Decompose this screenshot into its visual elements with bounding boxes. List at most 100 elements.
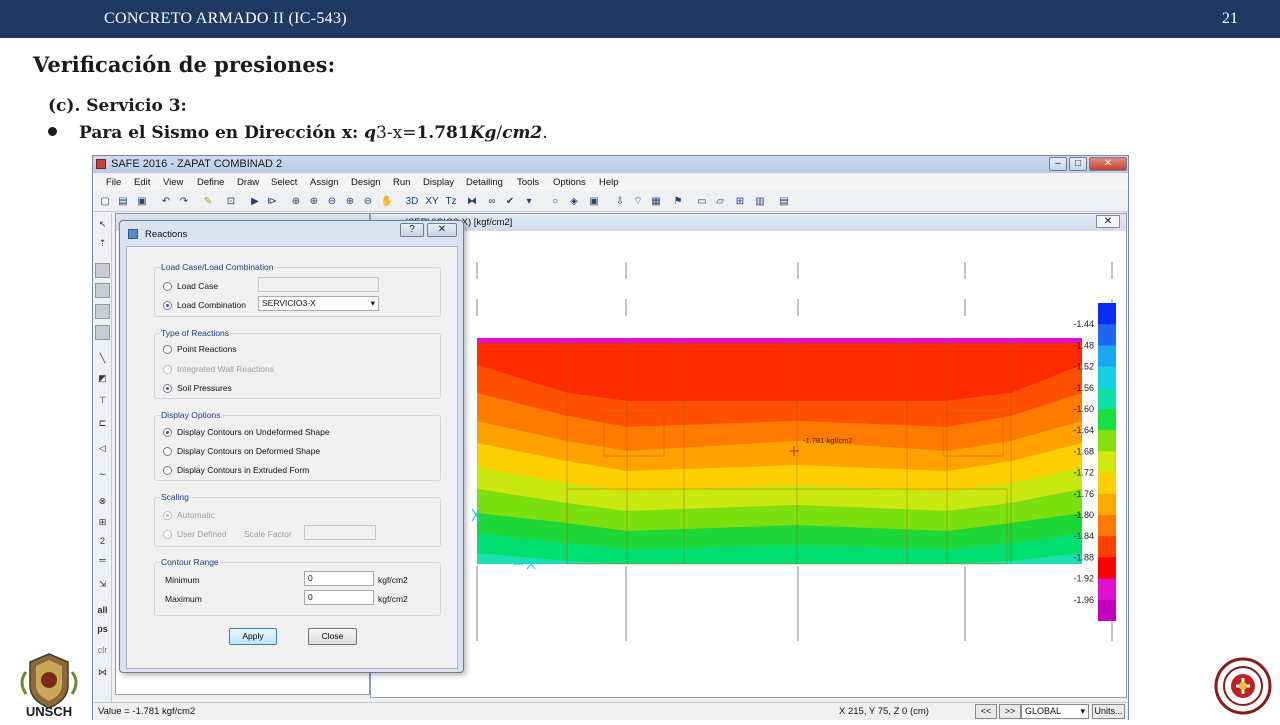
snap-line-icon[interactable]: ═ <box>95 553 110 568</box>
undo-icon[interactable]: ↶ <box>159 195 173 209</box>
run-analysis-icon[interactable]: ⧐ <box>265 195 279 209</box>
draw-beam-icon[interactable]: ◩ <box>95 371 110 386</box>
lock-icon[interactable]: ⊡ <box>224 195 238 209</box>
select-window-icon[interactable]: ⇲ <box>95 577 110 592</box>
next-button[interactable]: >> <box>999 704 1021 719</box>
dialog-help-button[interactable]: ? <box>400 223 424 237</box>
minimize-button[interactable]: – <box>1049 157 1067 171</box>
contour-plot[interactable]: -1.781 kgf/cm2 <box>371 231 1128 698</box>
zoom-window-icon[interactable]: ⊕ <box>289 195 303 209</box>
reactions-icon[interactable]: ▦ <box>649 195 663 209</box>
maximum-input[interactable]: 0 <box>304 590 374 605</box>
strip-icon[interactable]: ▭ <box>695 195 709 209</box>
undeformed-shape-radio[interactable] <box>163 428 172 437</box>
menu-tools[interactable]: Tools <box>517 177 539 188</box>
open-folder-icon[interactable]: ▤ <box>116 195 130 209</box>
previous-button[interactable]: << <box>975 704 997 719</box>
slab-icon[interactable]: ▱ <box>713 195 727 209</box>
zoom-out-step-icon[interactable]: ⊖ <box>361 195 375 209</box>
menu-display[interactable]: Display <box>423 177 454 188</box>
snap-number-icon[interactable]: 2 <box>95 534 110 549</box>
extruded-form-radio[interactable] <box>163 466 172 475</box>
display-icon[interactable]: ▣ <box>587 195 601 209</box>
menu-run[interactable]: Run <box>393 177 410 188</box>
apply-button[interactable]: Apply <box>229 628 277 645</box>
clear-selection-button[interactable]: clr <box>95 643 110 658</box>
chevron-down-icon: ▾ <box>370 298 375 308</box>
view-3d-button[interactable]: 3D <box>405 195 419 209</box>
soil-pressures-radio[interactable] <box>163 384 172 393</box>
intersect-icon[interactable]: ⋈ <box>95 665 110 680</box>
close-button[interactable]: Close <box>308 628 357 645</box>
pan-icon[interactable]: ✋ <box>380 195 394 209</box>
forces-icon[interactable]: ⚑ <box>671 195 685 209</box>
dropdown-arrow-icon[interactable]: ▾ <box>522 195 536 209</box>
menu-options[interactable]: Options <box>553 177 586 188</box>
point-reactions-radio[interactable] <box>163 345 172 354</box>
load-combination-select[interactable]: SERVICIO3-X ▾ <box>258 296 379 311</box>
pencil-icon[interactable]: ✎ <box>201 195 215 209</box>
menu-detailing[interactable]: Detailing <box>466 177 503 188</box>
table-icon[interactable]: ▥ <box>753 195 767 209</box>
check-icon[interactable]: ✔ <box>503 195 517 209</box>
previous-selection-button[interactable]: ps <box>95 622 110 637</box>
load-case-select[interactable] <box>258 277 379 292</box>
load-case-radio[interactable] <box>163 282 172 291</box>
zoom-in-icon[interactable]: ⊕ <box>307 195 321 209</box>
menu-help[interactable]: Help <box>599 177 619 188</box>
deformed-shape-radio[interactable] <box>163 447 172 456</box>
menu-design[interactable]: Design <box>351 177 381 188</box>
reshape-icon[interactable]: ⇡ <box>95 236 110 251</box>
wall-reactions-radio <box>163 365 172 374</box>
close-window-button[interactable]: ✕ <box>1089 157 1127 171</box>
beam-icon[interactable]: ⊞ <box>733 195 747 209</box>
draw-dimension-icon[interactable]: ⊞ <box>95 515 110 530</box>
draw-rect-icon[interactable] <box>95 283 110 298</box>
dialog-close-x-button[interactable]: ✕ <box>427 223 457 237</box>
load-arrow-icon[interactable]: ⇩ <box>613 195 627 209</box>
circle-icon[interactable]: ○ <box>548 195 562 209</box>
legend-label: -1.56 <box>1073 383 1094 393</box>
new-file-icon[interactable]: ▢ <box>98 195 112 209</box>
paint-icon[interactable]: ◈ <box>567 195 581 209</box>
legend-labels: -1.44 -1.48 -1.52 -1.56 -1.60 -1.64 -1.68 -1.72… <box>1073 319 1094 605</box>
draw-point-icon[interactable]: ⊗ <box>95 494 110 509</box>
menu-edit[interactable]: Edit <box>134 177 150 188</box>
view-xy-button[interactable]: XY <box>425 195 439 209</box>
coordinate-system-select[interactable]: GLOBAL ▾ <box>1021 704 1089 719</box>
draw-slab-icon[interactable] <box>95 304 110 319</box>
binoculars-icon[interactable]: ∞ <box>485 195 499 209</box>
report-icon[interactable]: ▤ <box>777 195 791 209</box>
zoom-in-step-icon[interactable]: ⊕ <box>343 195 357 209</box>
minimum-input[interactable]: 0 <box>304 571 374 586</box>
menu-select[interactable]: Select <box>271 177 297 188</box>
course-title: CONCRETO ARMADO II (IC-543) <box>104 10 347 27</box>
reactions-plot-window[interactable]: ram - (SERVICIO3-X) [kgf/cm2] ✕ <box>370 213 1127 698</box>
menu-draw[interactable]: Draw <box>237 177 259 188</box>
draw-wall-icon[interactable]: ⊤ <box>95 393 110 408</box>
menu-view[interactable]: View <box>163 177 183 188</box>
pointer-icon[interactable]: ↖ <box>95 217 110 232</box>
draw-opening-icon[interactable]: ⊏ <box>95 416 110 431</box>
perspective-icon[interactable]: ⧓ <box>465 195 479 209</box>
plot-close-button[interactable]: ✕ <box>1096 215 1120 228</box>
menu-define[interactable]: Define <box>197 177 224 188</box>
menu-assign[interactable]: Assign <box>310 177 339 188</box>
draw-strip-icon[interactable]: ◁ <box>95 441 110 456</box>
select-all-button[interactable]: all <box>95 603 110 618</box>
maximize-button[interactable]: □ <box>1069 157 1087 171</box>
load-combination-radio[interactable] <box>163 301 172 310</box>
view-tz-button[interactable]: Tz <box>444 195 458 209</box>
draw-area-icon[interactable] <box>95 263 110 278</box>
units-button[interactable]: Units... <box>1092 704 1125 719</box>
zoom-out-icon[interactable]: ⊖ <box>325 195 339 209</box>
status-value: Value = -1.781 kgf/cm2 <box>98 706 196 717</box>
draw-column-icon[interactable] <box>95 325 110 340</box>
run-icon[interactable]: ▶ <box>248 195 262 209</box>
menu-file[interactable]: File <box>106 177 121 188</box>
draw-tendon-icon[interactable]: ∼ <box>95 467 110 482</box>
save-icon[interactable]: ▣ <box>135 195 149 209</box>
draw-line-icon[interactable]: ╲ <box>95 351 110 366</box>
redo-icon[interactable]: ↷ <box>177 195 191 209</box>
deformed-shape-icon[interactable]: ⌔ <box>631 195 645 209</box>
